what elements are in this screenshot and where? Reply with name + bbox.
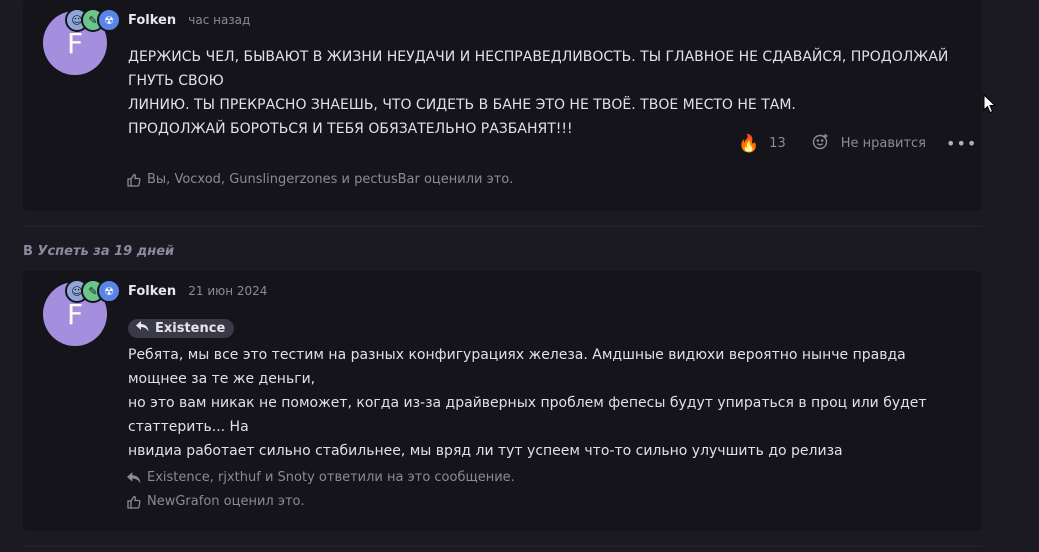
user-badges: ☺ ✎ ☢ (65, 8, 121, 32)
likes-summary: Вы, Vocxod, Gunslingerzones и pectusBar … (127, 172, 513, 187)
likes-summary: NewGrafon оценил это. (127, 494, 305, 509)
more-options-icon[interactable]: ••• (946, 134, 977, 153)
fire-icon[interactable]: 🔥 (738, 134, 759, 154)
radiation-badge-icon[interactable]: ☢ (97, 279, 121, 303)
reply-arrow-icon (136, 321, 149, 336)
add-reaction-icon[interactable] (812, 133, 829, 154)
post-text-line: ДЕРЖИСЬ ЧЕЛ, БЫВАЮТ В ЖИЗНИ НЕУДАЧИ И НЕ… (128, 49, 949, 89)
reply-to-chip[interactable]: Existence (128, 319, 235, 338)
thumbs-up-icon (127, 495, 141, 509)
thread-link[interactable]: Успеть за 19 дней (37, 244, 174, 259)
post-time[interactable]: 21 июн 2024 (188, 284, 267, 298)
divider (23, 226, 982, 227)
thumbs-up-icon (127, 173, 141, 187)
reaction-bar: 🔥 13 Не нравится ••• (738, 133, 977, 154)
username[interactable]: Folken (128, 13, 176, 28)
post-text-line: но это вам никак не поможет, когда из-за… (128, 395, 927, 435)
post-text-line: ЛИНИЮ. ТЫ ПРЕКРАСНО ЗНАЕШЬ, ЧТО СИДЕТЬ В… (128, 97, 796, 113)
reply-arrow-icon (127, 471, 141, 484)
post-time[interactable]: час назад (188, 13, 250, 27)
user-badges: ☺ ✎ ☢ (65, 279, 121, 303)
post-meta: Folken 21 июн 2024 (128, 284, 267, 299)
thread-prefix: В (23, 244, 33, 259)
replied-by-text[interactable]: Existence, rjxthuf и Snoty ответили на э… (147, 470, 515, 485)
post-body: Ребята, мы все это тестим на разных конф… (128, 343, 968, 463)
thread-label: В Успеть за 19 дней (23, 244, 174, 259)
dislike-button[interactable]: Не нравится (841, 136, 926, 151)
radiation-badge-icon[interactable]: ☢ (97, 8, 121, 32)
liked-by-text[interactable]: NewGrafon оценил это. (147, 494, 305, 509)
post-meta: Folken час назад (128, 13, 250, 28)
post-text-line: Ребята, мы все это тестим на разных конф… (128, 347, 906, 387)
replies-summary: Existence, rjxthuf и Snoty ответили на э… (127, 470, 515, 485)
liked-by-text[interactable]: Вы, Vocxod, Gunslingerzones и pectusBar … (147, 172, 513, 187)
post-card: F ☺ ✎ ☢ Folken 21 июн 2024 Existence Реб… (23, 271, 982, 531)
username[interactable]: Folken (128, 284, 176, 299)
post-card: F ☺ ✎ ☢ Folken час назад ДЕРЖИСЬ ЧЕЛ, БЫ… (23, 0, 982, 211)
post-text-line: нвидиа работает сильно стабильнее, мы вр… (128, 443, 843, 459)
post-body: ДЕРЖИСЬ ЧЕЛ, БЫВАЮТ В ЖИЗНИ НЕУДАЧИ И НЕ… (128, 45, 968, 141)
mouse-cursor-icon (983, 93, 997, 114)
reply-to-author: Existence (155, 321, 226, 336)
reaction-count[interactable]: 13 (769, 136, 786, 151)
divider (23, 546, 982, 547)
